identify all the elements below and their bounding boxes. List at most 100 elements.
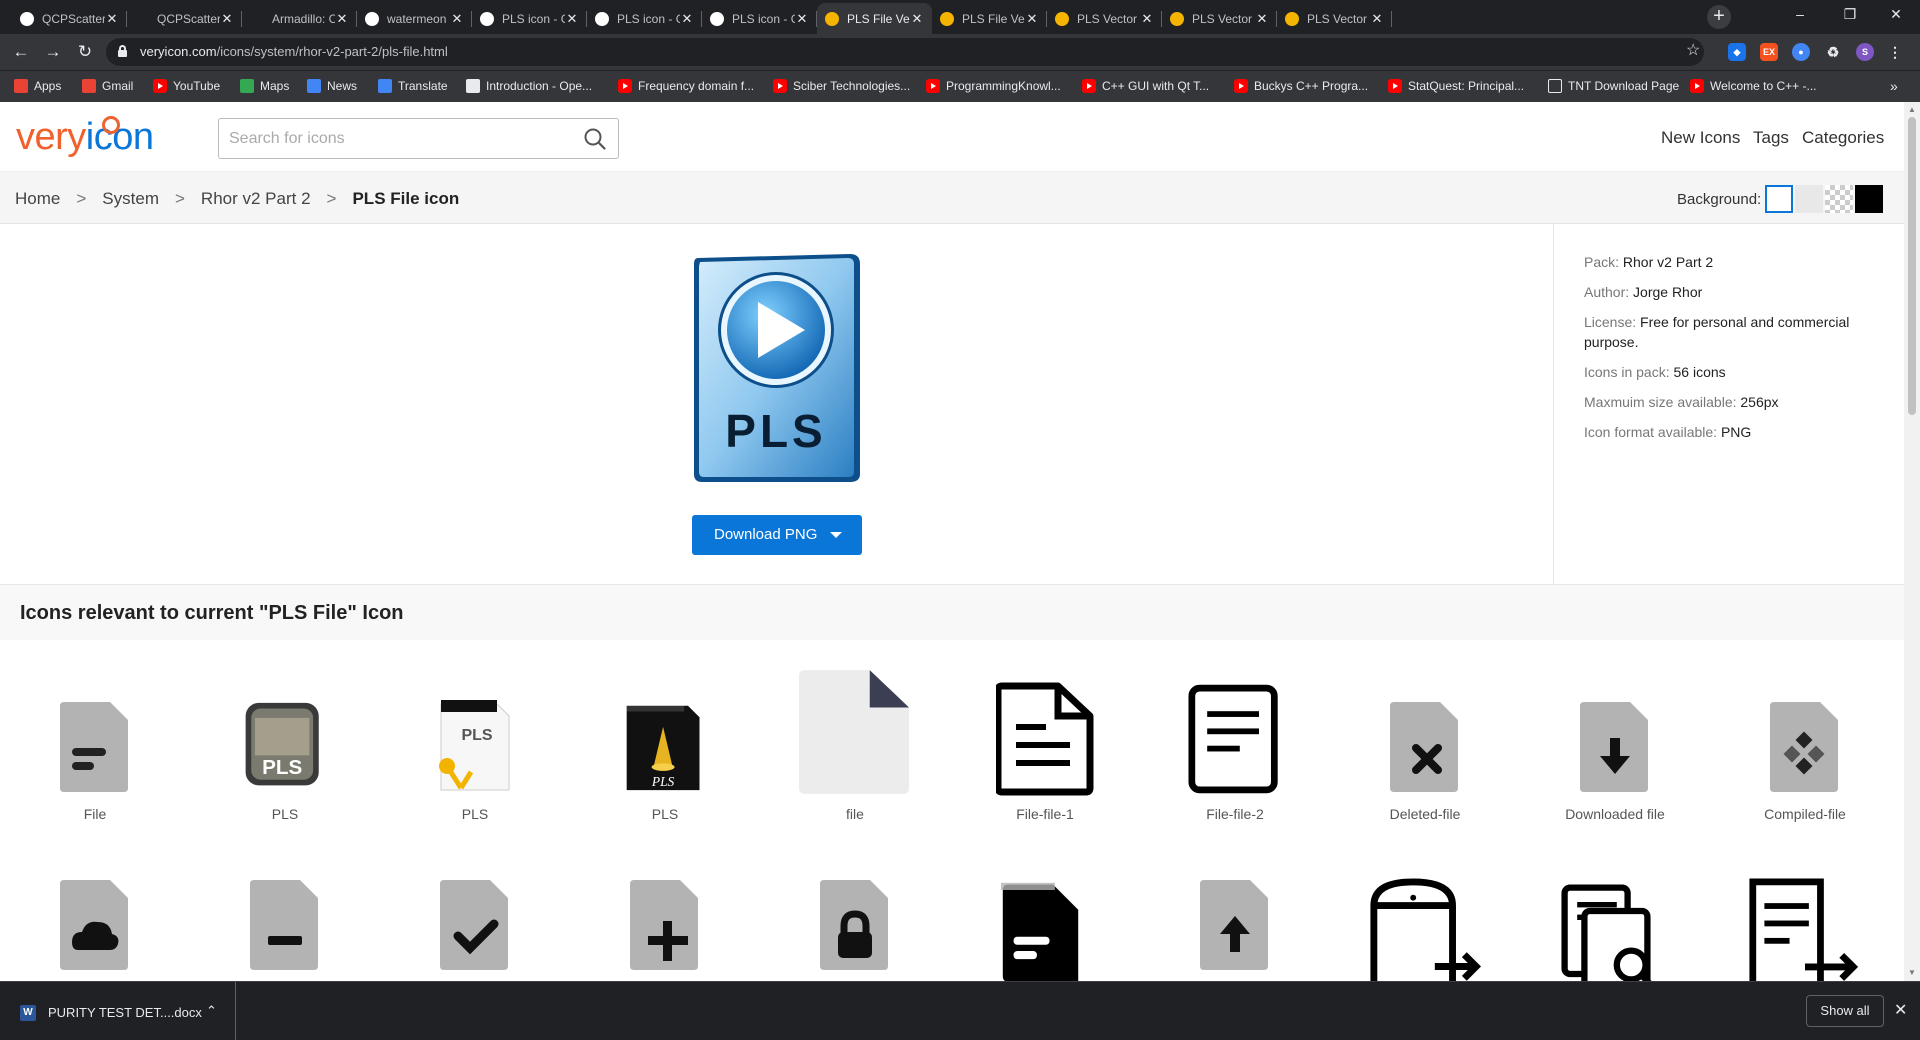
related-icon-card[interactable]	[570, 878, 760, 981]
bookmark-item[interactable]: Maps	[240, 79, 289, 93]
tab-close-icon[interactable]: ✕	[1255, 11, 1269, 27]
related-icon-label[interactable]: File-file-1	[950, 806, 1140, 822]
bookmark-item[interactable]: Frequency domain f...	[618, 79, 754, 93]
scrollbar-thumb[interactable]	[1908, 117, 1916, 415]
related-icon-label[interactable]: Deleted-file	[1330, 806, 1520, 822]
bookmark-item[interactable]: C++ GUI with Qt T...	[1082, 79, 1209, 93]
forward-icon[interactable]: →	[42, 41, 64, 63]
scroll-down-icon[interactable]: ▼	[1908, 968, 1916, 977]
nav-new-icons[interactable]: New Icons	[1661, 128, 1740, 148]
bookmark-item[interactable]: Gmail	[82, 79, 133, 93]
related-icon-card[interactable]	[1710, 878, 1900, 981]
bookmark-star-icon[interactable]: ☆	[1686, 40, 1700, 60]
browser-menu-icon[interactable]: ⋮	[1886, 43, 1904, 61]
browser-tab[interactable]: PLS Vector Ico✕	[1162, 3, 1277, 34]
close-window-button[interactable]: ✕	[1876, 6, 1916, 23]
related-icon-label[interactable]: File-file-2	[1140, 806, 1330, 822]
browser-tab[interactable]: Armadillo: C++✕	[242, 3, 357, 34]
scroll-up-icon[interactable]: ▲	[1908, 105, 1916, 114]
related-icon-card[interactable]	[380, 878, 570, 981]
bookmark-item[interactable]: Sciber Technologies...	[773, 79, 910, 93]
back-icon[interactable]: ←	[10, 41, 32, 63]
related-icon-label[interactable]: PLS	[380, 806, 570, 822]
tab-close-icon[interactable]: ✕	[105, 11, 119, 27]
tab-close-icon[interactable]: ✕	[1370, 11, 1384, 27]
related-icon-card[interactable]: File	[0, 672, 190, 842]
bookmark-item[interactable]: Buckys C++ Progra...	[1234, 79, 1368, 93]
browser-tab[interactable]: PLS Vector Ico✕	[1277, 3, 1392, 34]
browser-tab[interactable]: PLS Vector Ico✕	[1047, 3, 1162, 34]
related-icon-card[interactable]: File-file-2	[1140, 672, 1330, 842]
bg-swatch-white[interactable]	[1765, 185, 1793, 213]
extensions-puzzle-icon[interactable]: ♻	[1824, 43, 1842, 61]
related-icon-card[interactable]: PLS PLS	[190, 672, 380, 842]
bookmark-item[interactable]: Welcome to C++ -...	[1690, 79, 1816, 93]
restore-button[interactable]: ❐	[1830, 6, 1870, 23]
related-icon-label[interactable]: File	[0, 806, 190, 822]
related-icon-card[interactable]: PLS PLS	[570, 672, 760, 842]
search-input[interactable]	[229, 127, 569, 151]
browser-tab[interactable]: QCPScatterSty✕	[127, 3, 242, 34]
tab-close-icon[interactable]: ✕	[450, 11, 464, 27]
bg-swatch-transparent[interactable]	[1825, 185, 1853, 213]
bookmark-item[interactable]: News	[307, 79, 357, 93]
tab-close-icon[interactable]: ✕	[220, 11, 234, 27]
dropdown-caret-icon[interactable]	[830, 532, 842, 538]
bookmark-item[interactable]: StatQuest: Principal...	[1388, 79, 1524, 93]
extension-ex-icon[interactable]: EX	[1760, 43, 1778, 61]
related-icon-card[interactable]: file	[760, 670, 950, 842]
close-shelf-icon[interactable]: ✕	[1894, 1000, 1907, 1020]
browser-tab[interactable]: watermeon - s✕	[357, 3, 472, 34]
bg-swatch-black[interactable]	[1855, 185, 1883, 213]
related-icon-card[interactable]	[0, 878, 190, 981]
related-icon-card[interactable]	[1520, 878, 1710, 981]
browser-tab[interactable]: QCPScatterSty✕	[12, 3, 127, 34]
reload-icon[interactable]: ↻	[74, 41, 96, 63]
related-icon-card[interactable]	[760, 878, 950, 981]
related-icon-card[interactable]: Deleted-file	[1330, 672, 1520, 842]
related-icon-card[interactable]	[950, 878, 1140, 981]
bookmark-item[interactable]: YouTube	[153, 79, 220, 93]
browser-tab[interactable]: PLS File Vector✕	[817, 3, 932, 34]
address-bar[interactable]: veryicon.com/icons/system/rhor-v2-part-2…	[106, 38, 1704, 66]
related-icon-card[interactable]: Downloaded file	[1520, 672, 1710, 842]
related-icon-card[interactable]	[1140, 878, 1330, 981]
nav-tags[interactable]: Tags	[1753, 128, 1789, 148]
related-icon-label[interactable]: PLS	[190, 806, 380, 822]
show-all-button[interactable]: Show all	[1806, 995, 1884, 1027]
breadcrumb-pack[interactable]: Rhor v2 Part 2	[201, 189, 311, 209]
url-text[interactable]: veryicon.com/icons/system/rhor-v2-part-2…	[140, 44, 448, 59]
bookmark-item[interactable]: Introduction - Ope...	[466, 79, 592, 93]
bookmark-item[interactable]: TNT Download Page	[1548, 79, 1679, 93]
tab-close-icon[interactable]: ✕	[910, 11, 924, 27]
related-icon-label[interactable]: Compiled-file	[1710, 806, 1900, 822]
tab-close-icon[interactable]: ✕	[1025, 11, 1039, 27]
download-png-button[interactable]: Download PNG	[692, 515, 862, 555]
site-logo[interactable]: veryicon	[16, 116, 154, 159]
tab-close-icon[interactable]: ✕	[680, 11, 694, 27]
browser-tab[interactable]: PLS icon - Goo✕	[702, 3, 817, 34]
bg-swatch-gray[interactable]	[1795, 185, 1823, 213]
page-scrollbar[interactable]: ▲ ▼	[1904, 102, 1920, 981]
minimize-button[interactable]: –	[1780, 6, 1820, 22]
related-icon-label[interactable]: Downloaded file	[1520, 806, 1710, 822]
breadcrumb-system[interactable]: System	[102, 189, 159, 209]
bookmark-item[interactable]: Translate	[378, 79, 448, 93]
nav-categories[interactable]: Categories	[1802, 128, 1884, 148]
related-icon-card[interactable]: Compiled-file	[1710, 672, 1900, 842]
tab-close-icon[interactable]: ✕	[1140, 11, 1154, 27]
extension-shield-icon[interactable]: ◆	[1728, 43, 1746, 61]
tab-close-icon[interactable]: ✕	[795, 11, 809, 27]
browser-tab[interactable]: PLS icon - Goo✕	[472, 3, 587, 34]
extension-chrome-icon[interactable]: ●	[1792, 43, 1810, 61]
chevron-up-icon[interactable]: ⌃	[206, 1003, 217, 1019]
bookmark-item[interactable]: Apps	[14, 79, 61, 93]
related-icon-card[interactable]: File-file-1	[950, 672, 1140, 842]
bookmarks-overflow-icon[interactable]: »	[1890, 78, 1898, 94]
breadcrumb-home[interactable]: Home	[15, 189, 60, 209]
new-tab-button[interactable]: +	[1707, 5, 1731, 29]
related-icon-card[interactable]: PLS PLS	[380, 672, 570, 842]
download-item[interactable]: W PURITY TEST DET....docx ⌃	[0, 982, 236, 1040]
browser-tab[interactable]: PLS icon - Goo✕	[587, 3, 702, 34]
bookmark-item[interactable]: ProgrammingKnowl...	[926, 79, 1061, 93]
